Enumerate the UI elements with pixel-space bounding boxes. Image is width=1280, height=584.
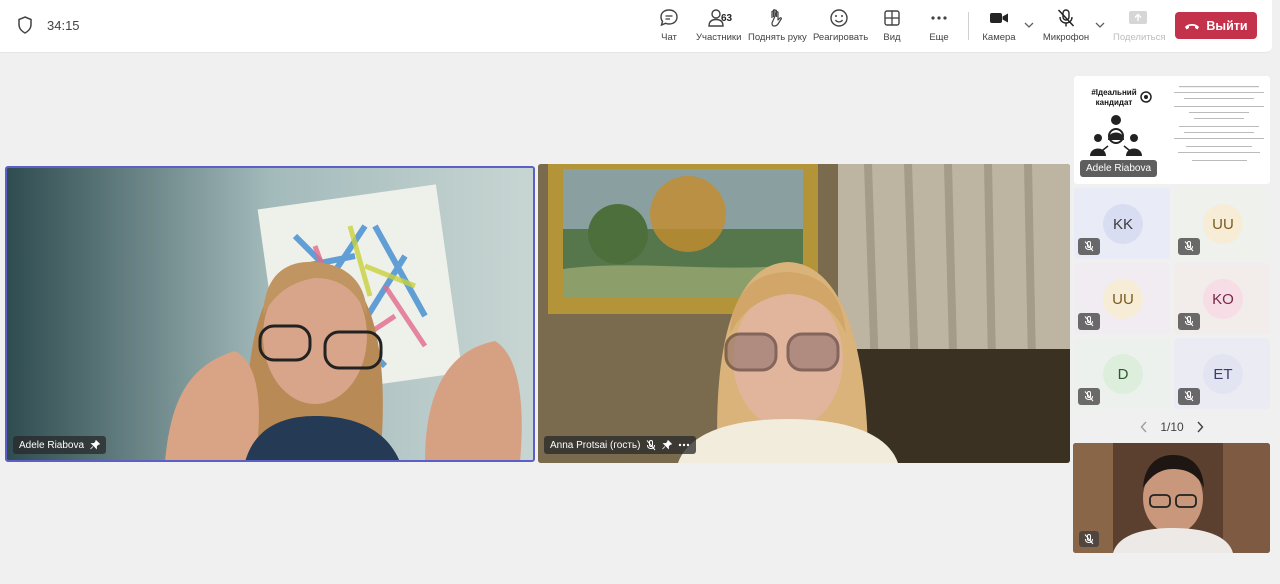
participant-name-tag: Anna Protsai (гость)	[544, 436, 697, 454]
presenter-name-tag: Adele Riabova	[1080, 160, 1158, 177]
microphone-off-icon	[1178, 238, 1200, 255]
toolbar-divider	[968, 12, 969, 40]
chat-label: Чат	[661, 32, 677, 43]
chevron-right-icon[interactable]	[1196, 421, 1204, 433]
participant-tile[interactable]: D	[1074, 338, 1170, 409]
avatar: KK	[1103, 204, 1143, 244]
microphone-off-icon	[647, 439, 656, 450]
share-screen-icon	[1129, 11, 1147, 24]
chat-icon	[660, 9, 678, 27]
pin-icon	[662, 440, 673, 450]
pin-icon	[90, 440, 101, 450]
microphone-options-chevron-icon[interactable]	[1095, 21, 1105, 29]
participant-name: Adele Riabova	[19, 439, 85, 451]
view-label: Вид	[883, 32, 901, 43]
share-button[interactable]: Поделиться	[1113, 8, 1166, 48]
self-view-tile[interactable]	[1073, 443, 1270, 553]
more-label: Еще	[929, 32, 949, 43]
participant-tile[interactable]: KK	[1074, 188, 1170, 259]
avatar: ET	[1203, 354, 1243, 394]
grid-view-icon	[884, 10, 900, 26]
microphone-label: Микрофон	[1042, 32, 1090, 43]
camera-button[interactable]: Камера	[982, 8, 1016, 48]
page-indicator: 1/10	[1160, 420, 1184, 434]
participant-tile[interactable]: UU	[1174, 188, 1270, 259]
hang-up-icon	[1185, 23, 1200, 29]
participants-count: 63	[721, 13, 733, 24]
participant-tile[interactable]: UU	[1074, 263, 1170, 334]
participant-name: Anna Protsai (гость)	[550, 439, 641, 451]
video-tile-participant[interactable]: Anna Protsai (гость)	[538, 164, 1070, 463]
video-camera-icon	[990, 13, 1008, 23]
view-button[interactable]: Вид	[880, 8, 904, 48]
react-label: Реагировать	[813, 32, 869, 43]
participant-tile[interactable]: ET	[1174, 338, 1270, 409]
gallery-pagination: 1/10	[1140, 419, 1204, 435]
more-icon	[931, 16, 947, 20]
video-feed	[538, 164, 1070, 463]
chevron-left-icon[interactable]	[1140, 421, 1148, 433]
microphone-off-icon	[1079, 531, 1099, 547]
avatar: UU	[1203, 204, 1243, 244]
video-tile-active-speaker[interactable]: Adele Riabova	[5, 166, 535, 462]
microphone-off-icon	[1078, 238, 1100, 255]
microphone-off-icon	[1178, 388, 1200, 405]
camera-label: Камера	[982, 32, 1016, 43]
avatar: KO	[1203, 279, 1243, 319]
microphone-button[interactable]: Микрофон	[1042, 8, 1090, 48]
microphone-off-icon	[1078, 388, 1100, 405]
shared-content-tile[interactable]: #Ідеальний кандидат Adele Riabova	[1074, 76, 1270, 184]
video-feed	[1073, 443, 1270, 553]
microphone-off-icon	[1078, 313, 1100, 330]
smiley-icon	[830, 9, 848, 27]
raise-hand-label: Поднять руку	[748, 32, 807, 43]
meeting-timer: 34:15	[47, 18, 80, 33]
camera-options-chevron-icon[interactable]	[1024, 21, 1034, 29]
more-options-icon[interactable]	[678, 443, 690, 447]
participant-tile[interactable]: KO	[1174, 263, 1270, 334]
slide-title: #Ідеальний кандидат	[1091, 88, 1137, 107]
share-label: Поделиться	[1113, 32, 1166, 43]
microphone-off-icon	[1057, 9, 1075, 27]
video-feed	[7, 168, 533, 460]
microphone-off-icon	[1178, 313, 1200, 330]
avatar: UU	[1103, 279, 1143, 319]
shield-icon	[18, 16, 32, 34]
avatar: D	[1103, 354, 1143, 394]
more-button[interactable]: Еще	[927, 8, 951, 48]
raise-hand-button[interactable]: Поднять руку	[748, 8, 807, 48]
participant-name-tag: Adele Riabova	[13, 436, 107, 454]
participants-button[interactable]: Участники	[696, 8, 742, 48]
leave-label: Выйти	[1206, 18, 1248, 33]
hand-icon	[771, 9, 782, 27]
meeting-toolbar: 34:15 Чат Участники 63 Поднять руку Реаг…	[0, 0, 1272, 53]
chat-button[interactable]: Чат	[655, 8, 683, 48]
react-button[interactable]: Реагировать	[813, 8, 869, 48]
presenter-name: Adele Riabova	[1086, 163, 1152, 174]
participants-label: Участники	[696, 32, 742, 43]
leave-button[interactable]: Выйти	[1175, 12, 1257, 39]
